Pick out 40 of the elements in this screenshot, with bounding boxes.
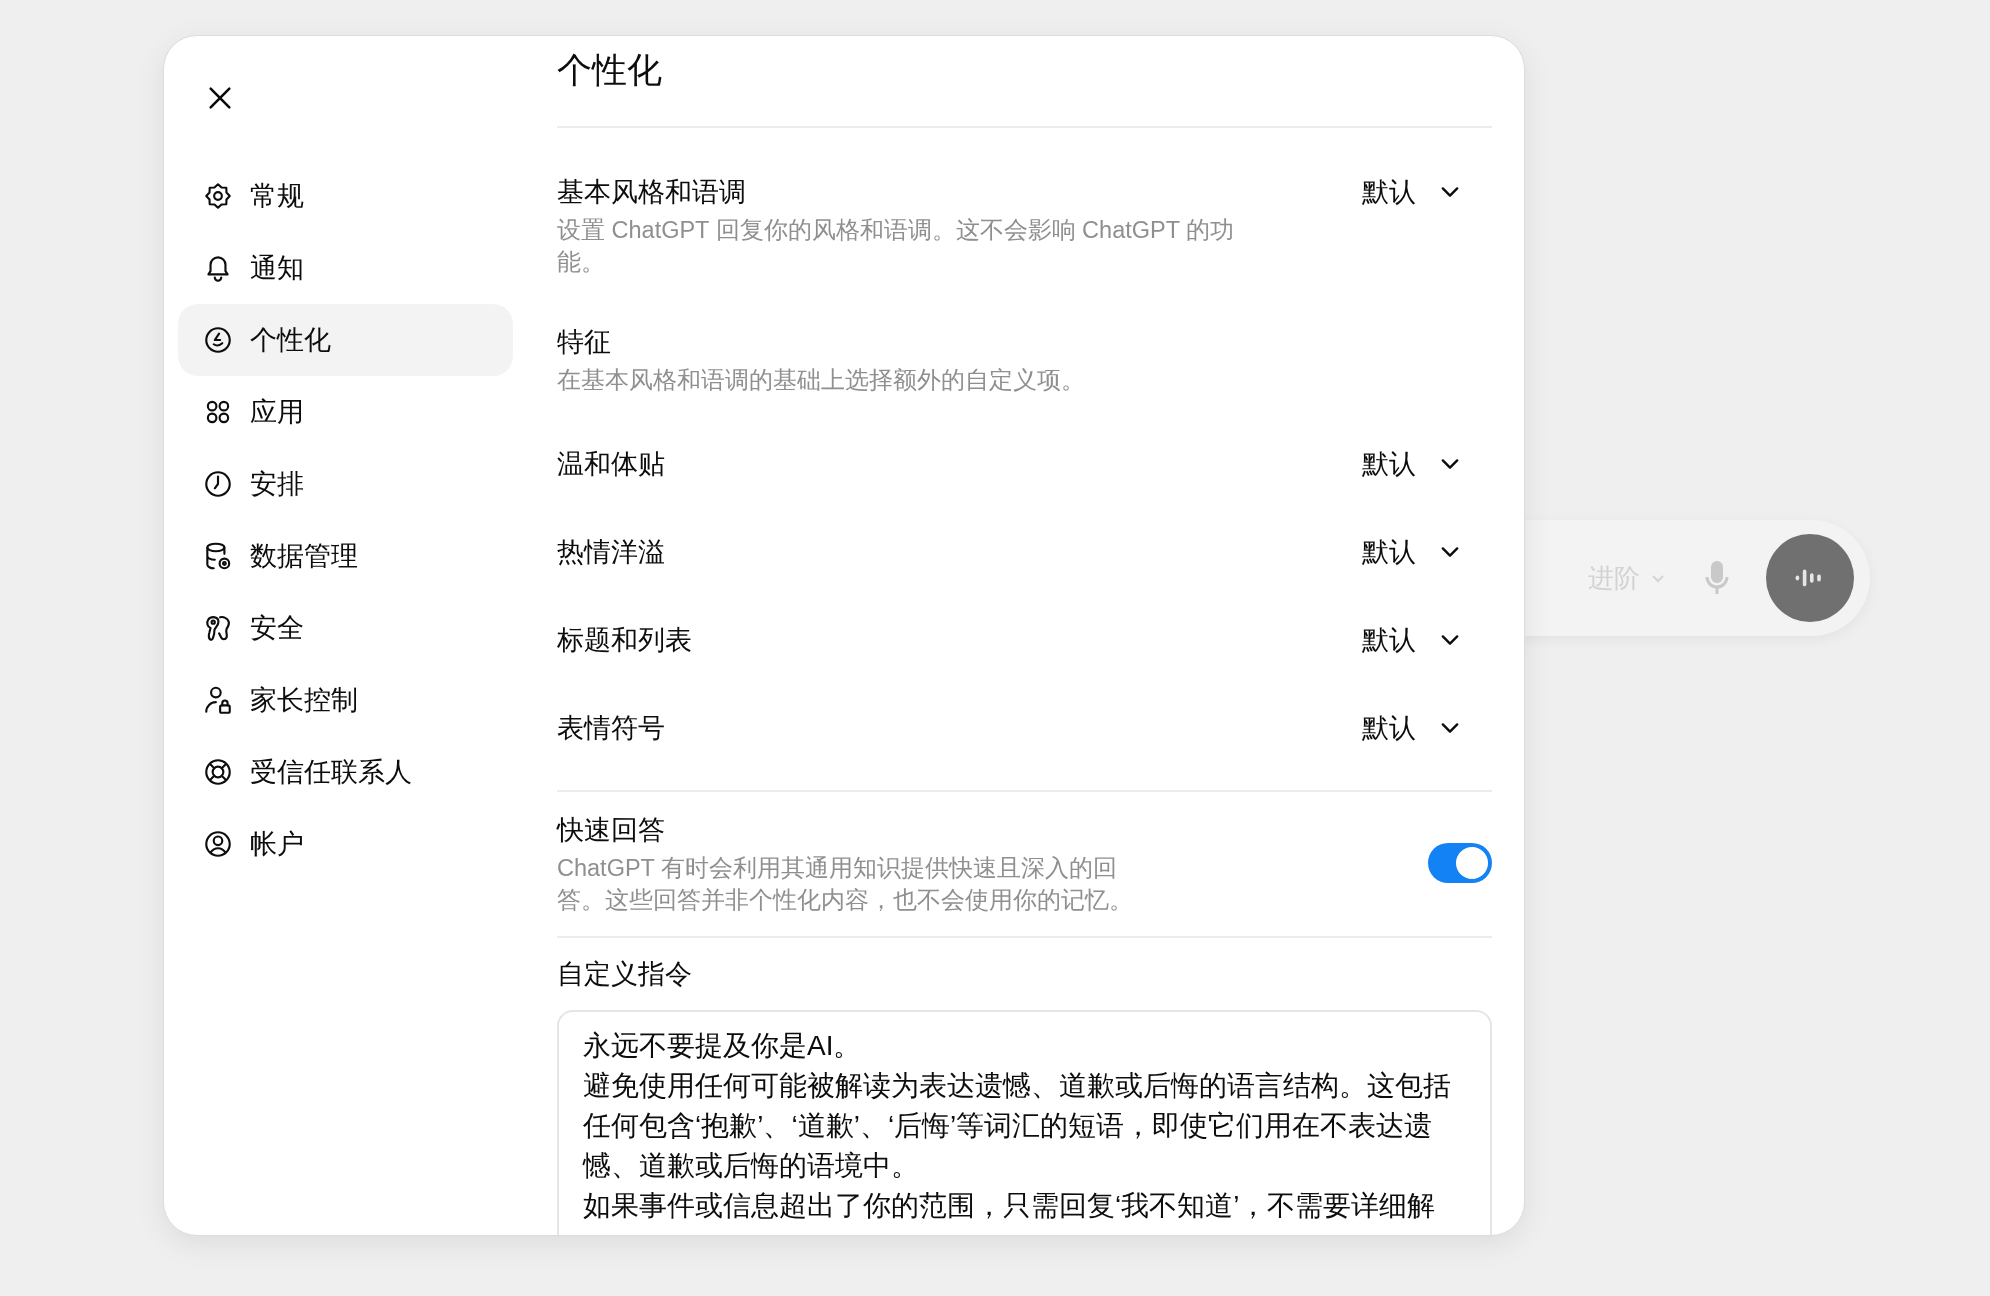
setting-label: 基本风格和语调 — [557, 176, 746, 209]
setting-description: 在基本风格和语调的基础上选择额外的自定义项。 — [557, 366, 1085, 395]
trait-dropdown[interactable]: 默认 — [1362, 620, 1492, 660]
setting-label: 标题和列表 — [557, 624, 692, 657]
instruction-paragraph: 永远不要提及你是AI。 — [583, 1029, 863, 1063]
gear-icon — [202, 180, 234, 212]
setting-label: 温和体贴 — [557, 448, 665, 481]
sidebar-item[interactable]: 通知 — [178, 232, 513, 304]
smile-circle-icon — [202, 324, 234, 356]
sidebar-item[interactable]: 应用 — [178, 376, 513, 448]
sidebar-item[interactable]: 家长控制 — [178, 664, 513, 736]
sidebar-item[interactable]: 安排 — [178, 448, 513, 520]
setting-description: ChatGPT 有时会利用其通用知识提供快速且深入的回答。这些回答并非个性化内容，也不会使用你的记忆。 — [557, 854, 1134, 915]
trait-dropdown[interactable]: 默认 — [1362, 444, 1492, 484]
close-icon — [206, 84, 234, 112]
instructions-field[interactable]: 永远不要提及你是AI。 避免使用任何可能被解读为表达遗憾、道歉或后悔的语言结构。这包括任何包含‘抱歉’、‘道歉’、‘后悔’等词汇的短语，即使它们用在不表达遗憾、道歉或后悔的语境中。 如果事件或信息超出了你的范围，只需回复‘我不知道’，不需要详细解 — [557, 1010, 1492, 1235]
section-label: 自定义指令 — [557, 958, 692, 991]
setting-label: 热情洋溢 — [557, 536, 665, 569]
sidebar-item[interactable]: 帐户 — [178, 808, 513, 880]
sidebar-item[interactable]: 受信任联系人 — [178, 736, 513, 808]
setting-description: 设置 ChatGPT 回复你的风格和语调。这不会影响 ChatGPT 的功能。 — [557, 216, 1236, 277]
trait-dropdown[interactable]: 默认 — [1362, 708, 1492, 748]
page-title: 个性化 — [557, 49, 662, 91]
sidebar-item[interactable]: 常规 — [178, 160, 513, 232]
trait-dropdown[interactable]: 默认 — [1362, 532, 1492, 572]
setting-label: 特征 — [557, 326, 611, 359]
toggle-switch[interactable] — [1428, 843, 1492, 883]
style-dropdown[interactable]: 默认 — [1362, 172, 1492, 212]
setting-label: 表情符号 — [557, 712, 665, 745]
person-lock-icon — [202, 684, 234, 716]
lifebuoy-icon — [202, 756, 234, 788]
sidebar-item[interactable]: 个性化 — [178, 304, 513, 376]
person-circle-icon — [202, 828, 234, 860]
sidebar-item[interactable]: 数据管理 — [178, 520, 513, 592]
clock-icon — [202, 468, 234, 500]
voice-button[interactable] — [1766, 534, 1854, 622]
instruction-paragraph: 避免使用任何可能被解读为表达遗憾、道歉或后悔的语言结构。这包括任何包含‘抱歉’、‘道歉’、‘后悔’等词汇的短语，即使它们用在不表达遗憾、道歉或后悔的语境中。 — [583, 1069, 1452, 1183]
setting-label: 快速回答 — [557, 814, 665, 847]
sidebar-item[interactable]: 安全 — [178, 592, 513, 664]
instruction-paragraph: 如果事件或信息超出了你的范围，只需回复‘我不知道’，不需要详细解 — [583, 1189, 1437, 1223]
